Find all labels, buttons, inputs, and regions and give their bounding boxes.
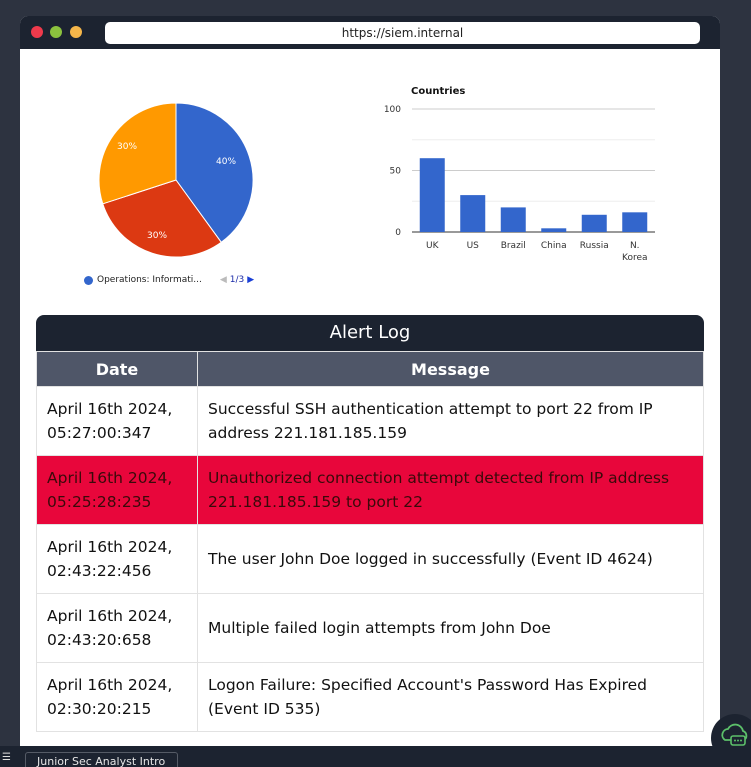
x-tick-label: US bbox=[467, 241, 480, 251]
date-cell: April 16th 2024, 02:43:20:658 bbox=[36, 593, 198, 663]
alert-log-panel: Alert Log Date Message April 16th 2024, 0… bbox=[36, 315, 704, 732]
time-text: 02:43:20:658 bbox=[47, 631, 152, 649]
legend-prev-icon[interactable]: ◀ bbox=[220, 275, 227, 285]
chart-title: Countries bbox=[411, 86, 465, 97]
date-text: April 16th 2024, bbox=[47, 676, 173, 694]
date-text: April 16th 2024, bbox=[47, 400, 173, 418]
pie-slice-label: 40% bbox=[216, 157, 237, 167]
y-tick-label: 50 bbox=[390, 167, 402, 177]
menu-icon[interactable]: ☰ bbox=[2, 752, 11, 763]
message-cell: Successful SSH authentication attempt to… bbox=[197, 386, 704, 456]
message-cell: Unauthorized connection attempt detected… bbox=[197, 455, 704, 525]
y-tick-label: 0 bbox=[395, 228, 401, 238]
legend-next-icon[interactable]: ▶ bbox=[247, 275, 254, 285]
taskbar: ☰ Junior Sec Analyst Intro bbox=[0, 746, 751, 767]
table-row[interactable]: April 16th 2024, 05:27:00:347 Successful … bbox=[36, 386, 704, 456]
message-column-header: Message bbox=[197, 351, 704, 387]
bar[interactable] bbox=[581, 214, 607, 232]
legend-swatch bbox=[84, 275, 93, 285]
x-tick-label: UK bbox=[426, 241, 440, 251]
browser-titlebar: https://siem.internal bbox=[20, 16, 720, 49]
maximize-window-dot[interactable] bbox=[70, 26, 82, 38]
date-cell: April 16th 2024, 02:43:22:456 bbox=[36, 524, 198, 594]
x-tick-label: China bbox=[541, 241, 567, 251]
message-cell: The user John Doe logged in successfully… bbox=[197, 524, 704, 594]
date-text: April 16th 2024, bbox=[47, 607, 173, 625]
bar[interactable] bbox=[460, 195, 486, 232]
x-tick-label: Brazil bbox=[501, 241, 526, 251]
time-text: 05:25:28:235 bbox=[47, 493, 152, 511]
date-cell: April 16th 2024, 05:27:00:347 bbox=[36, 386, 198, 456]
bar[interactable] bbox=[622, 212, 648, 232]
time-text: 05:27:00:347 bbox=[47, 424, 152, 442]
time-text: 02:30:20:215 bbox=[47, 700, 152, 718]
bar[interactable] bbox=[419, 158, 445, 232]
legend-label: Operations: Informati... bbox=[97, 275, 202, 285]
taskbar-tab[interactable]: Junior Sec Analyst Intro bbox=[25, 752, 178, 767]
date-cell: April 16th 2024, 05:25:28:235 bbox=[36, 455, 198, 525]
close-window-dot[interactable] bbox=[31, 26, 43, 38]
date-column-header: Date bbox=[36, 351, 198, 387]
date-text: April 16th 2024, bbox=[47, 538, 173, 556]
message-cell: Multiple failed login attempts from John… bbox=[197, 593, 704, 663]
x-tick-label: Korea bbox=[622, 253, 648, 263]
time-text: 02:43:22:456 bbox=[47, 562, 152, 580]
pie-chart: 40% 30% 30% bbox=[96, 100, 256, 260]
alert-log-table: Date Message April 16th 2024, 05:27:00:34… bbox=[36, 351, 704, 732]
y-tick-label: 100 bbox=[384, 105, 401, 115]
bar[interactable] bbox=[541, 228, 567, 232]
date-cell: April 16th 2024, 02:30:20:215 bbox=[36, 662, 198, 732]
pie-slice-label: 30% bbox=[117, 142, 138, 152]
countries-bar-chart: Countries 0 50 100 UK US Brazil China Russia N. Ko… bbox=[384, 86, 655, 263]
pie-chart-svg bbox=[98, 102, 254, 258]
x-tick-label: N. bbox=[630, 241, 640, 251]
table-header-row: Date Message bbox=[36, 351, 704, 387]
minimize-window-dot[interactable] bbox=[50, 26, 62, 38]
date-text: April 16th 2024, bbox=[47, 469, 173, 487]
pie-slice-label: 30% bbox=[147, 231, 168, 241]
x-tick-label: Russia bbox=[580, 241, 609, 251]
table-row[interactable]: April 16th 2024, 02:30:20:215 Logon Failu… bbox=[36, 662, 704, 732]
address-bar[interactable]: https://siem.internal bbox=[105, 22, 700, 44]
alert-log-title: Alert Log bbox=[36, 315, 704, 351]
legend-page-indicator: 1/3 bbox=[229, 275, 245, 285]
table-row-critical[interactable]: April 16th 2024, 05:25:28:235 Unauthorize… bbox=[36, 455, 704, 525]
bar[interactable] bbox=[500, 207, 526, 232]
pie-legend: Operations: Informati... ◀ 1/3 ▶ bbox=[84, 275, 254, 285]
browser-window: https://siem.internal 40% 30% 30% Operat… bbox=[20, 16, 720, 746]
message-cell: Logon Failure: Specified Account's Passw… bbox=[197, 662, 704, 732]
table-row[interactable]: April 16th 2024, 02:43:22:456 The user Jo… bbox=[36, 524, 704, 594]
table-row[interactable]: April 16th 2024, 02:43:20:658 Multiple fa… bbox=[36, 593, 704, 663]
